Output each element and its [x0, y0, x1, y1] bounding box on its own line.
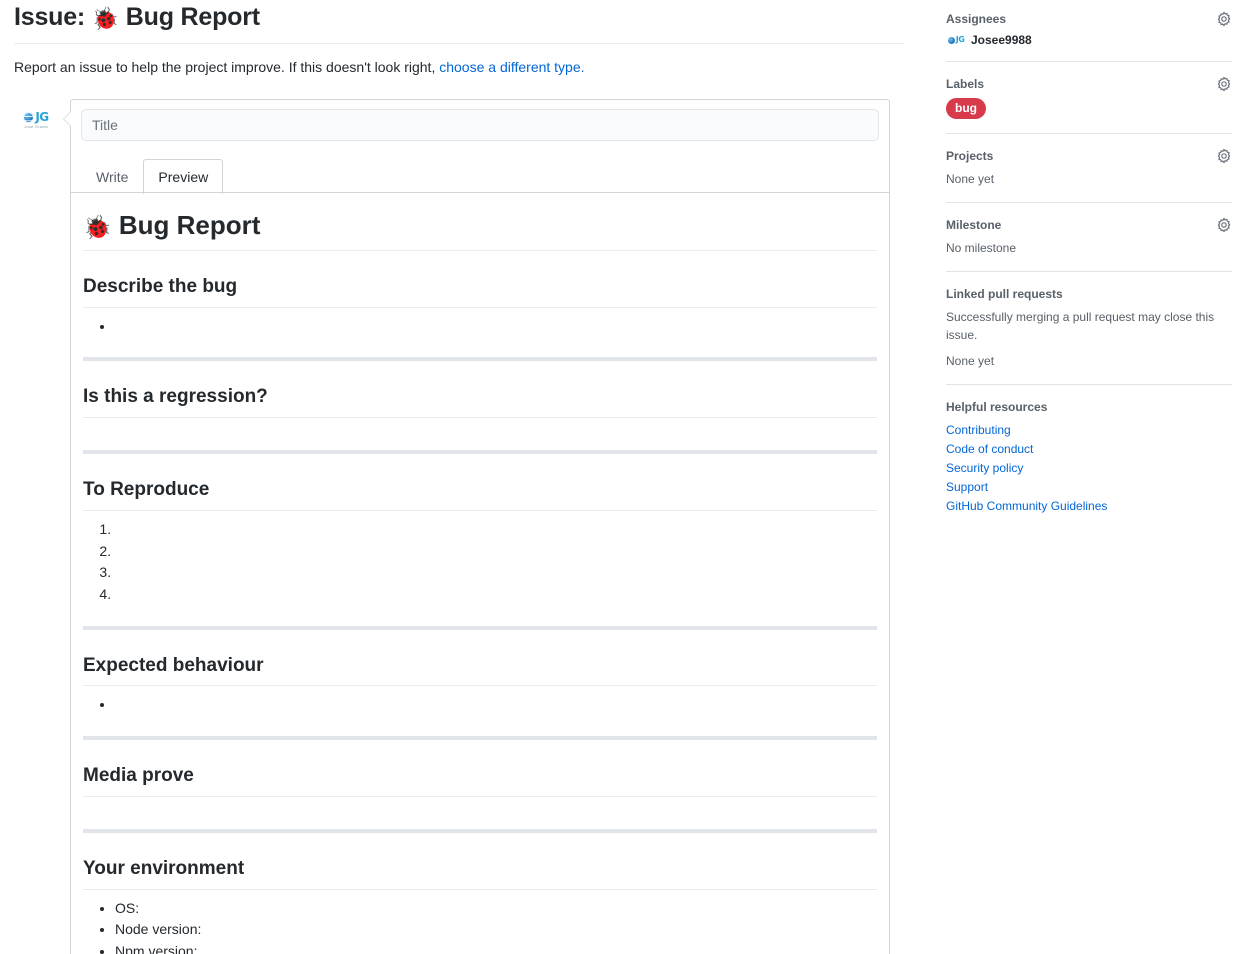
- helpful-resource-link[interactable]: Security policy: [946, 459, 1232, 477]
- preview-list: [83, 316, 877, 338]
- page-title-text: Bug Report: [125, 3, 260, 31]
- sidebar-section-milestone: Milestone No milestone: [946, 217, 1232, 272]
- assignee-row[interactable]: JG Josee9988: [946, 33, 1232, 47]
- preview-horizontal-rule: [83, 828, 877, 833]
- issue-new-page: Issue: 🐞 Bug Report Report an issue to h…: [0, 0, 1246, 954]
- avatar-initials: JG: [35, 110, 49, 125]
- ladybug-icon: 🐞: [91, 6, 120, 31]
- helpful-resources-header: Helpful resources: [946, 399, 1232, 415]
- preview-heading: Describe the bug: [83, 275, 877, 308]
- sidebar-section-linked-pull-requests: Linked pull requests Successfully mergin…: [946, 286, 1232, 385]
- write-preview-tabnav: Write Preview: [71, 158, 889, 195]
- gear-icon[interactable]: [1216, 11, 1232, 27]
- preview-horizontal-rule: [83, 450, 877, 455]
- avatar-logo: JG: [23, 110, 49, 125]
- tab-preview[interactable]: Preview: [143, 159, 224, 195]
- list-item: [115, 584, 877, 606]
- preview-horizontal-rule: [83, 625, 877, 630]
- assignees-title: Assignees: [946, 12, 1007, 26]
- assignees-header: Assignees: [946, 11, 1232, 27]
- globe-icon: [23, 111, 35, 123]
- preview-spacer: [83, 805, 877, 809]
- helpful-resource-link[interactable]: Contributing: [946, 421, 1232, 439]
- gear-icon[interactable]: [1216, 76, 1232, 92]
- sidebar-section-projects: Projects None yet: [946, 148, 1232, 203]
- preview-h1: 🐞 Bug Report: [83, 209, 877, 251]
- list-item: [115, 316, 877, 338]
- linked-pull-requests-header: Linked pull requests: [946, 286, 1232, 302]
- preview-h1-text: Bug Report: [118, 210, 261, 241]
- tab-write[interactable]: Write: [81, 159, 143, 194]
- assignee-avatar-initials: JG: [955, 35, 965, 44]
- helpful-resource-link[interactable]: GitHub Community Guidelines: [946, 497, 1232, 515]
- preview-heading: To Reproduce: [83, 478, 877, 511]
- tabnav-inner: Write Preview: [81, 158, 879, 195]
- labels-title: Labels: [946, 77, 985, 91]
- title-field-wrapper: [71, 100, 889, 142]
- preview-horizontal-rule: [83, 736, 877, 741]
- tabnav-underline: [71, 192, 889, 194]
- projects-header: Projects: [946, 148, 1232, 164]
- sidebar-section-labels: Labels bug: [946, 76, 1232, 134]
- linked-pull-requests-note: Successfully merging a pull request may …: [946, 310, 1215, 342]
- page-title: Issue: 🐞 Bug Report: [0, 0, 918, 43]
- preview-heading: Your environment: [83, 857, 877, 890]
- list-item: [115, 694, 877, 716]
- preview-spacer: [83, 426, 877, 430]
- gear-icon[interactable]: [1216, 148, 1232, 164]
- preview-heading: Media prove: [83, 764, 877, 797]
- label-badge[interactable]: bug: [946, 98, 986, 119]
- labels-list: bug: [946, 98, 1232, 119]
- globe-icon: [947, 36, 955, 44]
- list-item: Npm version:: [115, 941, 877, 954]
- milestone-title: Milestone: [946, 218, 1002, 232]
- labels-header: Labels: [946, 76, 1232, 92]
- linked-pull-requests-title: Linked pull requests: [946, 287, 1063, 301]
- assignee-avatar: JG: [946, 34, 966, 46]
- list-item: [115, 519, 877, 541]
- page-subtitle: Report an issue to help the project impr…: [0, 44, 918, 78]
- choose-different-type-link[interactable]: choose a different type.: [439, 59, 584, 75]
- preview-heading: Expected behaviour: [83, 654, 877, 687]
- markdown-preview-body: 🐞 Bug Report Describe the bug Is this a r…: [71, 193, 889, 954]
- gear-icon[interactable]: [1216, 217, 1232, 233]
- preview-horizontal-rule: [83, 357, 877, 362]
- page-title-prefix: Issue:: [14, 3, 86, 31]
- assignee-avatar-logo: JG: [947, 35, 965, 44]
- list-item: [115, 562, 877, 584]
- ladybug-icon: 🐞: [83, 214, 112, 241]
- helpful-resources-title: Helpful resources: [946, 400, 1048, 414]
- milestone-empty-text: No milestone: [946, 241, 1017, 255]
- issue-title-input[interactable]: [81, 109, 879, 142]
- list-item: OS:: [115, 898, 877, 920]
- list-item: Node version:: [115, 919, 877, 941]
- avatar-name: Jose Gracia: [24, 124, 48, 130]
- preview-list: [83, 519, 877, 606]
- helpful-resource-link[interactable]: Code of conduct: [946, 440, 1232, 458]
- page-subtitle-text: Report an issue to help the project impr…: [14, 59, 436, 76]
- linked-pull-requests-empty-text: None yet: [946, 354, 995, 368]
- projects-empty-text: None yet: [946, 172, 995, 186]
- projects-title: Projects: [946, 149, 994, 163]
- preview-sections: Describe the bug Is this a regression? To …: [83, 275, 877, 954]
- main-column: Issue: 🐞 Bug Report Report an issue to h…: [0, 0, 918, 954]
- sidebar: Assignees JG Josee9988 Labels bug Projec…: [946, 0, 1232, 529]
- assignee-username[interactable]: Josee9988: [971, 33, 1032, 47]
- comment-box: WritePreview 🐞 Bug Report Describe the b…: [63, 99, 890, 954]
- preview-list: OS:Node version:Npm version:Browser name…: [83, 898, 877, 954]
- sidebar-section-assignees: Assignees JG Josee9988: [946, 11, 1232, 62]
- milestone-header: Milestone: [946, 217, 1232, 233]
- preview-heading: Is this a regression?: [83, 385, 877, 419]
- preview-list: [83, 694, 877, 716]
- helpful-resources-links: Contributing Code of conduct Security poli…: [946, 421, 1232, 515]
- list-item: [115, 541, 877, 563]
- avatar: JG Jose Gracia: [14, 103, 58, 138]
- helpful-resource-link[interactable]: Support: [946, 478, 1232, 496]
- comment-composer-row: JG Jose Gracia WritePreview 🐞 Bug Report: [0, 99, 918, 954]
- sidebar-section-helpful-resources: Helpful resources Contributing Code of co…: [946, 399, 1232, 529]
